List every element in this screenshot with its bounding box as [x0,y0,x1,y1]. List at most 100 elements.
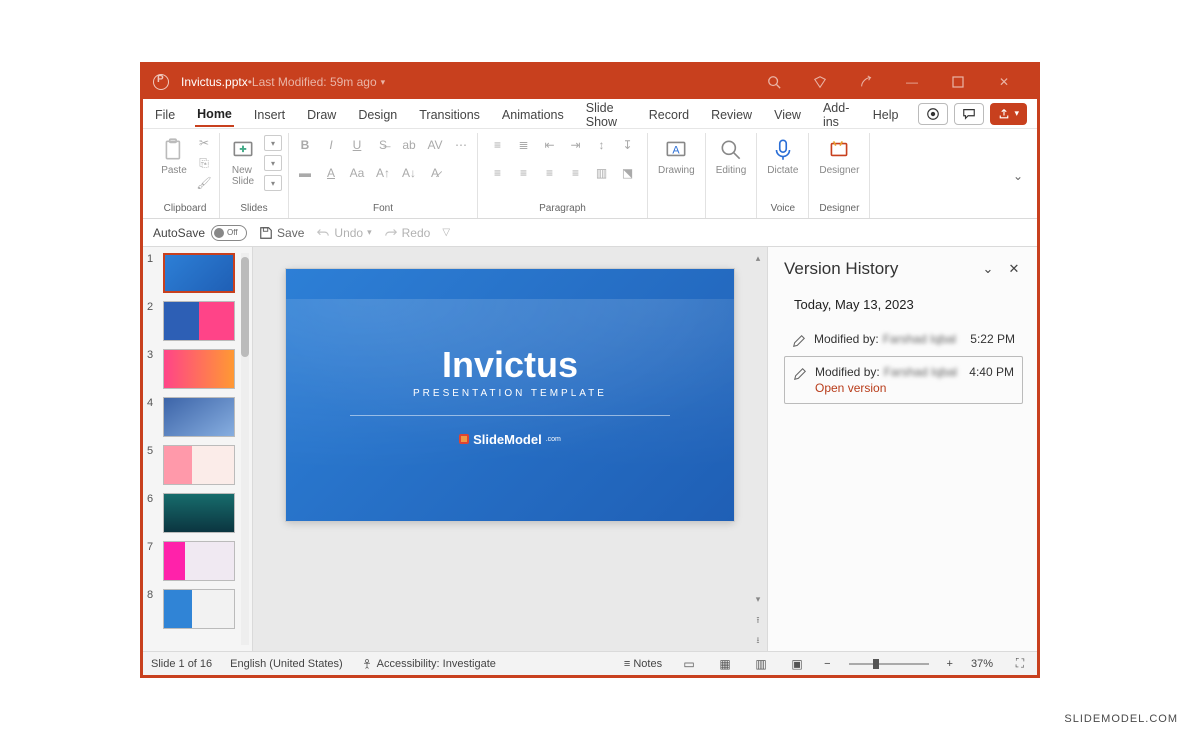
minimize-button[interactable]: — [903,73,921,91]
zoom-level[interactable]: 37% [971,658,993,670]
font-color-button[interactable]: A [321,163,341,183]
undo-button[interactable]: Undo▾ [316,226,371,240]
italic-button[interactable]: I [321,135,341,155]
spacing-button[interactable]: AV [425,135,445,155]
drawing-button[interactable]: A Drawing [654,135,699,178]
bold-button[interactable]: B [295,135,315,155]
quick-customize[interactable]: ▽ [442,227,450,238]
close-button[interactable]: ✕ [995,73,1013,91]
tab-insert[interactable]: Insert [252,102,287,126]
panel-collapse-icon[interactable]: ⌄ [979,260,997,278]
justify-button[interactable]: ≡ [566,163,586,183]
panel-close-icon[interactable]: ✕ [1005,260,1023,278]
slide-thumbnail[interactable] [163,397,235,437]
slide-thumbnail[interactable] [163,493,235,533]
bullets-button[interactable]: ≡ [488,135,508,155]
tab-slideshow[interactable]: Slide Show [584,95,629,133]
underline-button[interactable]: U [347,135,367,155]
comments-button[interactable] [954,103,984,125]
slide-thumbnail[interactable] [163,301,235,341]
tab-file[interactable]: File [153,102,177,126]
new-slide-button[interactable]: New Slide [226,135,260,189]
fit-window-icon[interactable]: ⛶ [1011,657,1029,671]
tab-view[interactable]: View [772,102,803,126]
normal-view-icon[interactable]: ▭ [680,657,698,671]
thumbnails-scrollbar[interactable] [241,253,249,645]
align-right-button[interactable]: ≡ [540,163,560,183]
change-case-button[interactable]: Aa [347,163,367,183]
numbering-button[interactable]: ≣ [514,135,534,155]
designer-button[interactable]: Designer [815,135,863,178]
slide-counter[interactable]: Slide 1 of 16 [151,658,212,670]
coming-soon-icon[interactable] [857,73,875,91]
layout-dropdown[interactable]: ▾ [264,135,282,151]
maximize-button[interactable] [949,73,967,91]
search-icon[interactable] [765,73,783,91]
tab-review[interactable]: Review [709,102,754,126]
prev-slide-icon[interactable]: ⭱ [756,613,759,629]
highlight-button[interactable]: ▬ [295,163,315,183]
ribbon-collapse-button[interactable]: ⌄ [1013,169,1023,183]
scroll-down-icon[interactable]: ▾ [756,594,761,605]
reading-view-icon[interactable]: ▥ [752,657,770,671]
columns-button[interactable]: ▥ [592,163,612,183]
tab-draw[interactable]: Draw [305,102,338,126]
slide-thumbnail[interactable] [163,445,235,485]
shadow-button[interactable]: ab [399,135,419,155]
open-version-link[interactable]: Open version [815,381,961,395]
accessibility-status[interactable]: Accessibility: Investigate [361,658,496,670]
tab-transitions[interactable]: Transitions [417,102,482,126]
language-indicator[interactable]: English (United States) [230,658,343,670]
align-left-button[interactable]: ≡ [488,163,508,183]
paste-button[interactable]: Paste [157,135,191,178]
text-direction-button[interactable]: ↧ [618,135,638,155]
slide-canvas[interactable]: Invictus PRESENTATION TEMPLATE SlideMode… [253,247,767,651]
grow-font-button[interactable]: A↑ [373,163,393,183]
slide-thumbnail[interactable] [163,589,235,629]
line-spacing-button[interactable]: ↕ [592,135,612,155]
last-modified[interactable]: Last Modified: 59m ago [252,75,377,89]
version-item-selected[interactable]: Modified by: Farshad Iqbal Open version … [784,356,1023,404]
zoom-slider[interactable] [849,663,929,665]
slideshow-view-icon[interactable]: ▣ [788,657,806,671]
camera-button[interactable] [918,103,948,125]
slide-thumbnail[interactable] [163,349,235,389]
section-dropdown[interactable]: ▾ [264,175,282,191]
redo-button[interactable]: Redo [384,226,431,240]
tab-record[interactable]: Record [647,102,691,126]
shrink-font-button[interactable]: A↓ [399,163,419,183]
tab-home[interactable]: Home [195,101,234,127]
editing-button[interactable]: Editing [712,135,751,178]
cut-icon[interactable]: ✂ [195,135,213,151]
reset-button[interactable]: ▾ [264,155,282,171]
dictate-button[interactable]: Dictate [763,135,802,178]
indent-dec-button[interactable]: ⇤ [540,135,560,155]
version-item[interactable]: Modified by: Farshad Iqbal 5:22 PM [784,324,1023,356]
chevron-down-icon[interactable]: ▾ [381,77,386,88]
zoom-out-button[interactable]: − [824,658,830,670]
zoom-in-button[interactable]: + [947,658,953,670]
tab-design[interactable]: Design [356,102,399,126]
current-slide[interactable]: Invictus PRESENTATION TEMPLATE SlideMode… [286,269,734,521]
canvas-scrollbar[interactable]: ▴ ▾ ⭱ ⭳ [751,247,765,651]
strikethrough-button[interactable]: S̶ [373,135,393,155]
format-painter-icon[interactable]: 🖌 [195,175,213,191]
smartart-button[interactable]: ⬔ [618,163,638,183]
save-button[interactable]: Save [259,226,304,240]
slide-thumbnail[interactable] [163,541,235,581]
next-slide-icon[interactable]: ⭳ [756,633,759,649]
slide-thumbnail[interactable] [163,253,235,293]
share-button[interactable]: ▾ [990,103,1027,125]
scroll-up-icon[interactable]: ▴ [756,253,761,264]
clear-format-button[interactable]: A̷ [425,163,445,183]
tab-help[interactable]: Help [871,102,901,126]
document-filename[interactable]: Invictus.pptx [181,75,248,89]
tab-addins[interactable]: Add-ins [821,95,853,133]
copy-icon[interactable]: ⎘ [195,155,213,171]
font-more[interactable]: ⋯ [451,135,471,155]
indent-inc-button[interactable]: ⇥ [566,135,586,155]
align-center-button[interactable]: ≡ [514,163,534,183]
sorter-view-icon[interactable]: ▦ [716,657,734,671]
diamond-icon[interactable] [811,73,829,91]
tab-animations[interactable]: Animations [500,102,566,126]
